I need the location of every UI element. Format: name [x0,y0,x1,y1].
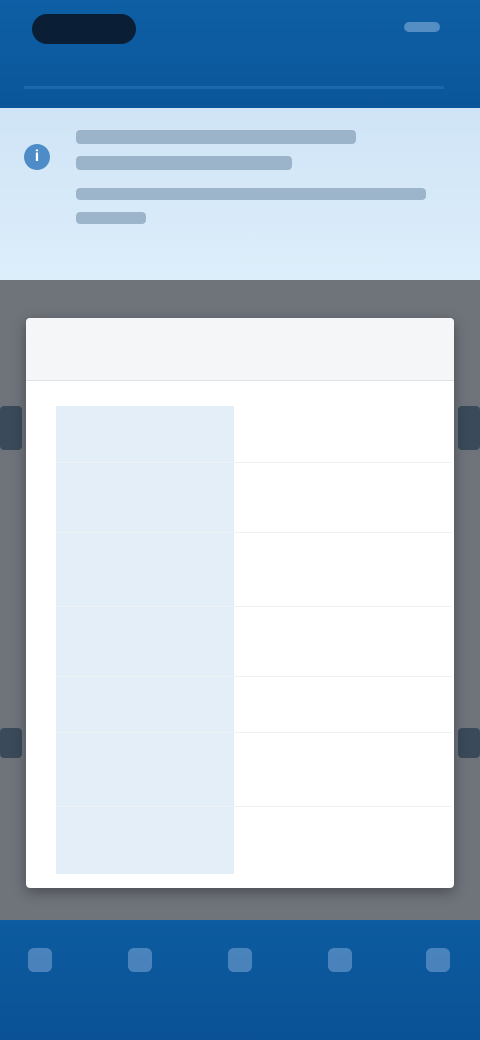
list-icon [128,948,152,972]
side-handle-left [0,728,22,758]
nav-item-home[interactable] [8,940,72,1010]
side-handle-left [0,406,22,450]
side-handle-right [458,728,480,758]
modal-header [26,318,454,381]
nav-item-search[interactable] [208,940,272,1010]
menu-icon [426,948,450,972]
banner-text-line [76,130,356,144]
details-table [56,406,452,874]
table-row [56,532,452,607]
banner-text-line [76,188,426,200]
table-row [56,606,452,677]
table-row [56,462,452,533]
search-icon [228,948,252,972]
table-row [56,676,452,733]
table-row [56,806,452,874]
screen: i [0,0,480,1040]
banner-text-line [76,212,146,224]
table-row [56,732,452,807]
table-row [56,406,452,463]
side-handle-right [458,406,480,450]
status-indicators [404,22,440,32]
status-pill [32,14,136,44]
info-banner: i [0,108,480,281]
bell-icon [328,948,352,972]
nav-item-list[interactable] [108,940,172,1010]
details-modal [26,318,454,888]
app-bar-divider [24,86,444,89]
nav-item-menu[interactable] [406,940,470,1010]
home-icon [28,948,52,972]
banner-text-line [76,156,292,170]
info-icon: i [24,144,50,170]
top-app-bar [0,0,480,108]
nav-item-notifications[interactable] [308,940,372,1010]
